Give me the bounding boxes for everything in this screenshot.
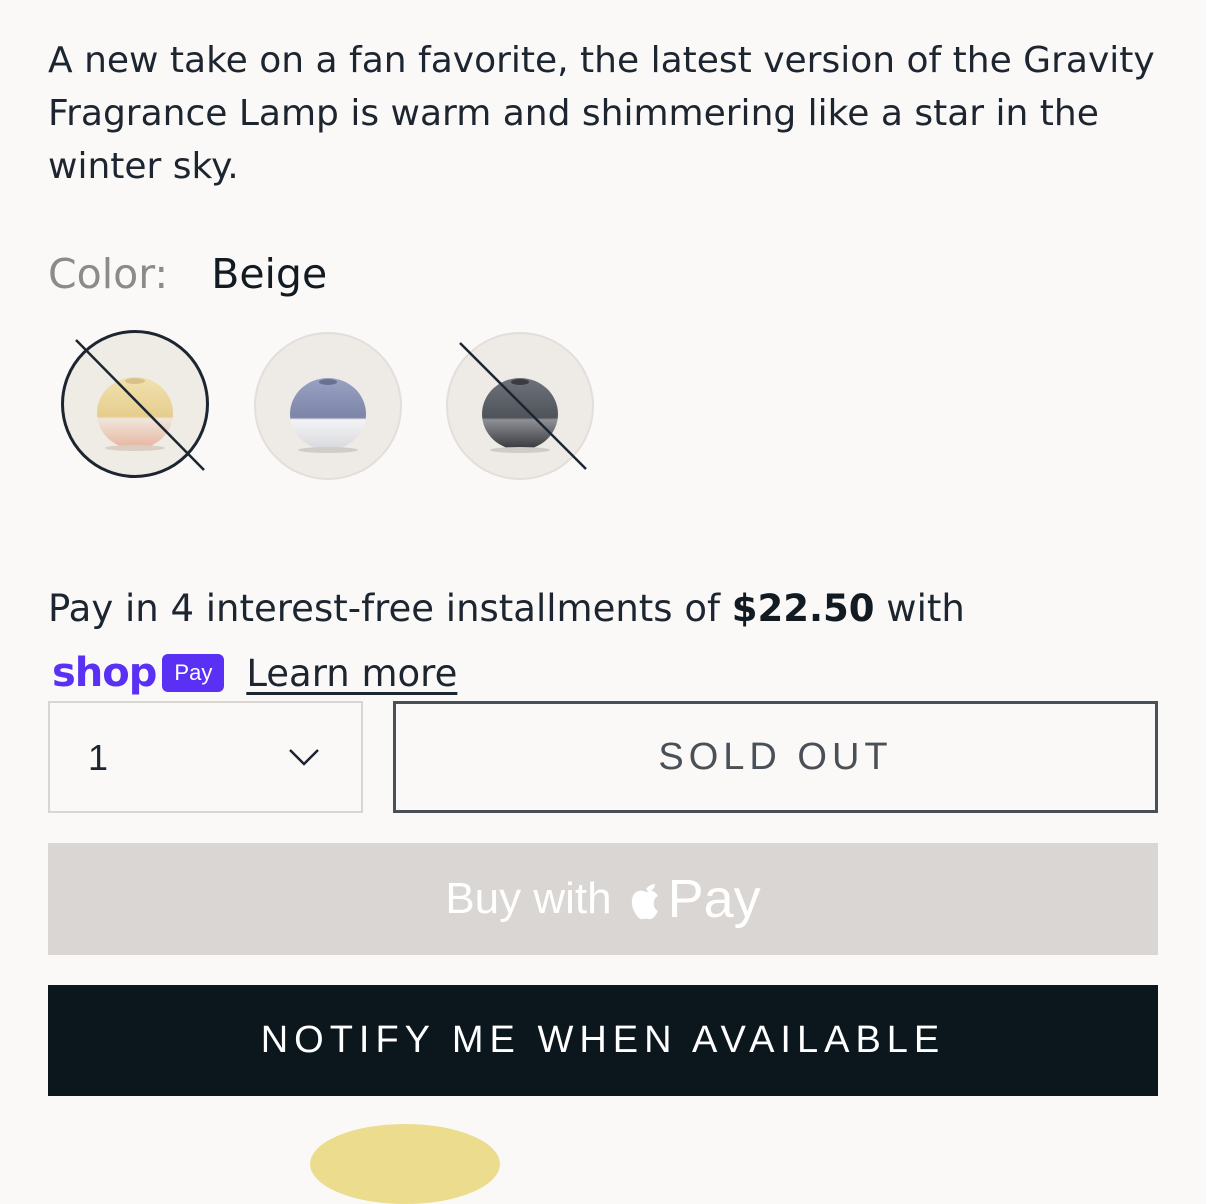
chevron-down-icon bbox=[289, 749, 319, 766]
color-swatch-blue[interactable] bbox=[254, 332, 402, 480]
color-swatch-beige[interactable] bbox=[61, 330, 209, 478]
installment-amount: $22.50 bbox=[731, 587, 875, 630]
installments-prefix: Pay in 4 interest-free installments of bbox=[48, 587, 732, 630]
color-label: Color: bbox=[48, 250, 169, 298]
installments-text: Pay in 4 interest-free installments of $… bbox=[48, 583, 965, 635]
apple-logo-icon bbox=[631, 884, 658, 920]
bottom-product-image-peek bbox=[310, 1124, 500, 1204]
color-selector-header: Color: Beige bbox=[48, 246, 327, 302]
installments-suffix: with bbox=[874, 587, 965, 630]
shop-pay-badge: Pay bbox=[162, 654, 225, 692]
beige-lamp-icon bbox=[65, 334, 205, 474]
selected-color-value: Beige bbox=[211, 250, 328, 298]
quantity-select[interactable]: 1 bbox=[48, 701, 363, 813]
quantity-value: 1 bbox=[88, 737, 109, 778]
sold-out-button[interactable]: SOLD OUT bbox=[393, 701, 1158, 813]
grey-lamp-icon bbox=[449, 335, 591, 477]
buy-with-label: Buy with bbox=[445, 874, 612, 923]
shop-pay-logo: shop bbox=[52, 650, 157, 696]
shop-pay-row: shop Pay Learn more bbox=[52, 646, 457, 700]
color-swatch-grey[interactable] bbox=[446, 332, 594, 480]
blue-lamp-icon bbox=[257, 335, 399, 477]
learn-more-link[interactable]: Learn more bbox=[246, 652, 457, 695]
apple-pay-label: Pay bbox=[667, 869, 761, 929]
buy-with-apple-pay-button[interactable]: Buy with Pay bbox=[48, 843, 1158, 955]
product-description: A new take on a fan favorite, the latest… bbox=[48, 40, 1155, 187]
notify-me-button[interactable]: NOTIFY ME WHEN AVAILABLE bbox=[48, 985, 1158, 1096]
